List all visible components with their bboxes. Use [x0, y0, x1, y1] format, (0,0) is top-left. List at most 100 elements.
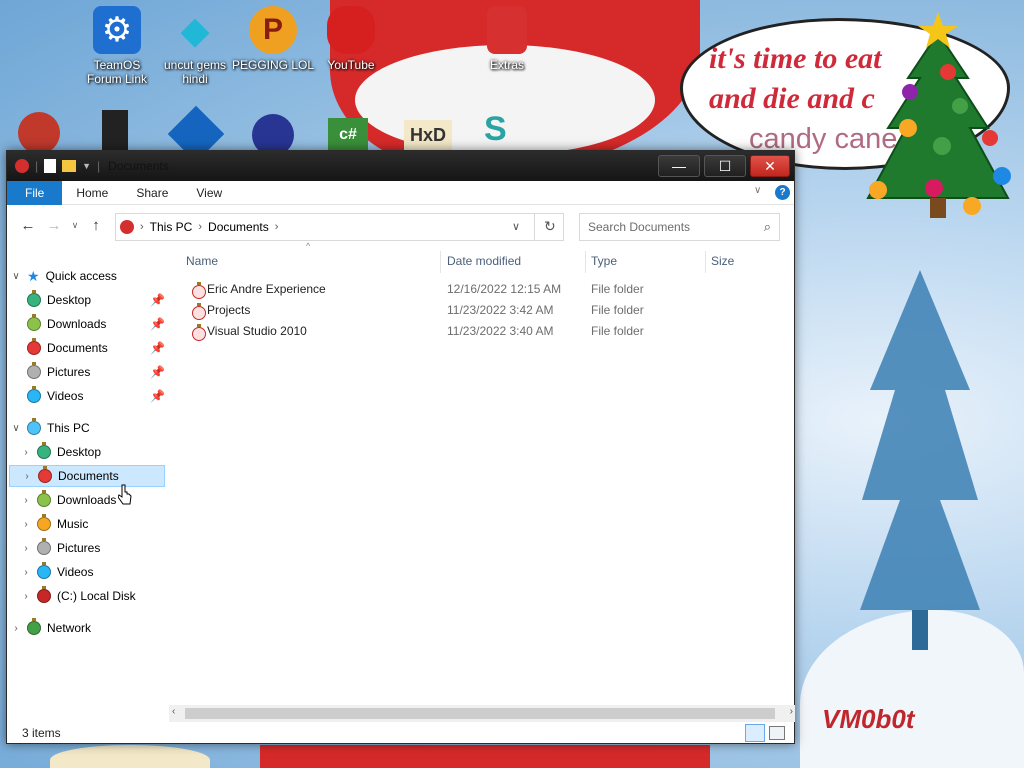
collapsed-chevron-icon[interactable]: › [19, 495, 33, 506]
help-icon[interactable]: ? [775, 185, 790, 200]
scroll-left-arrow-icon[interactable]: ‹ [172, 706, 175, 717]
window-app-icon[interactable] [15, 159, 29, 173]
python-icon[interactable]: S [484, 110, 512, 152]
sidebar-item-qa-desktop[interactable]: Desktop 📌 [9, 289, 165, 311]
sidebar-item-music[interactable]: › Music [9, 513, 165, 535]
mouse-cursor-icon [118, 484, 132, 505]
downloads-ornament-icon [27, 314, 41, 331]
desktop-icon-uncut-gems[interactable]: ◆ uncut gems hindi [153, 6, 237, 87]
desktop-icon-pegging[interactable]: P PEGGING LOL [231, 6, 315, 72]
tab-home[interactable]: Home [62, 181, 122, 205]
collapsed-chevron-icon[interactable]: › [20, 471, 34, 482]
sidebar-item-quick-access[interactable]: ∨ ★ Quick access [9, 265, 165, 287]
breadcrumb-this-pc[interactable]: This PC [150, 220, 193, 234]
sidebar-item-label: (C:) Local Disk [57, 589, 136, 603]
file-name: Eric Andre Experience [207, 281, 326, 296]
collapsed-chevron-icon[interactable]: › [19, 519, 33, 530]
expand-ribbon-chevron-icon[interactable]: ∨ [754, 185, 761, 196]
gear-icon: ⚙ [93, 6, 141, 54]
recent-locations-chevron-icon[interactable]: ∨ [67, 220, 83, 231]
collapsed-chevron-icon[interactable]: › [19, 543, 33, 554]
desktop-icon-label: YouTube [327, 58, 375, 72]
breadcrumb-documents[interactable]: Documents [208, 220, 269, 234]
star-icon: ★ [27, 267, 40, 284]
desktop-icon-teamos[interactable]: ⚙ TeamOS Forum Link [75, 6, 159, 86]
sidebar-item-local-disk[interactable]: › (C:) Local Disk [9, 585, 165, 607]
sidebar-item-qa-pictures[interactable]: Pictures 📌 [9, 361, 165, 383]
title-bar[interactable]: | ▼ | Documents — ☐ ✕ [7, 151, 794, 181]
sidebar-item-qa-documents[interactable]: Documents 📌 [9, 337, 165, 359]
maximize-button[interactable]: ☐ [704, 155, 746, 177]
sidebar-item-documents[interactable]: › Documents [9, 465, 165, 487]
search-input[interactable]: Search Documents ⌕ [579, 213, 780, 241]
desktop-icon-extras[interactable]: Extras [465, 6, 549, 72]
minimize-button[interactable]: — [658, 155, 700, 177]
expanded-chevron-icon[interactable]: ∨ [9, 271, 23, 282]
quick-access-toolbar-dropdown-icon[interactable]: ▼ [82, 161, 91, 171]
sidebar-item-downloads[interactable]: › Downloads [9, 489, 165, 511]
gem-icon: ◆ [180, 9, 210, 52]
sidebar-item-qa-downloads[interactable]: Downloads 📌 [9, 313, 165, 335]
address-dropdown-icon[interactable]: ∨ [512, 220, 520, 233]
folder-ornament-icon [192, 302, 206, 320]
search-icon[interactable]: ⌕ [764, 219, 771, 235]
refresh-icon[interactable]: ↻ [544, 218, 556, 235]
horizontal-scrollbar[interactable]: ‹ › [169, 705, 795, 722]
back-arrow-icon[interactable]: ← [15, 217, 41, 234]
breadcrumb-separator-icon[interactable]: › [275, 221, 279, 233]
scrollbar-thumb[interactable] [185, 708, 775, 719]
ribbon-tabs: File Home Share View ∨ ? [7, 180, 794, 205]
table-row[interactable]: Eric Andre Experience 12/16/2022 12:15 A… [182, 278, 787, 299]
tab-view[interactable]: View [182, 181, 236, 205]
expanded-chevron-icon[interactable]: ∨ [9, 423, 23, 434]
breadcrumb-separator-icon[interactable]: › [198, 221, 202, 233]
address-bar[interactable]: › This PC › Documents › ∨ ↻ [115, 213, 564, 241]
desktop-icon-label: Extras [489, 58, 524, 72]
column-header-name[interactable]: Name [186, 251, 218, 271]
search-placeholder: Search Documents [588, 220, 691, 234]
pc-tower-icon[interactable] [102, 110, 128, 152]
desktop-icon-youtube[interactable]: YouTube [309, 6, 393, 72]
hxd-icon[interactable]: HxD [404, 120, 452, 150]
sidebar-item-label: Pictures [47, 365, 91, 379]
documents-ornament-icon [38, 466, 52, 483]
scroll-right-arrow-icon[interactable]: › [790, 706, 793, 717]
close-button[interactable]: ✕ [750, 155, 790, 177]
sidebar-item-label: Network [47, 621, 92, 635]
table-row[interactable]: Visual Studio 2010 11/23/2022 3:40 AM Fi… [182, 320, 787, 341]
sidebar-item-videos[interactable]: › Videos [9, 561, 165, 583]
column-divider[interactable] [585, 251, 586, 273]
up-arrow-icon[interactable]: ↑ [83, 217, 109, 234]
recycle-icon[interactable] [18, 112, 60, 154]
collapsed-chevron-icon[interactable]: › [19, 567, 33, 578]
tab-share[interactable]: Share [122, 181, 182, 205]
tab-file[interactable]: File [7, 180, 63, 205]
details-view-icon[interactable] [745, 724, 765, 742]
this-pc-ornament-icon [27, 418, 41, 435]
file-name: Projects [207, 302, 251, 317]
sidebar-item-pictures[interactable]: › Pictures [9, 537, 165, 559]
column-header-type[interactable]: Type [591, 251, 617, 271]
column-header-date-modified[interactable]: Date modified [447, 251, 521, 271]
videos-ornament-icon [27, 386, 41, 403]
column-divider[interactable] [440, 251, 441, 273]
large-icons-view-icon[interactable] [769, 726, 785, 740]
sidebar-item-label: Documents [58, 469, 119, 483]
properties-icon[interactable] [44, 159, 57, 173]
sidebar-item-network[interactable]: › Network [9, 617, 165, 639]
forward-arrow-icon[interactable]: → [41, 217, 67, 234]
csharp-icon[interactable]: c# [328, 118, 368, 152]
pictures-ornament-icon [27, 362, 41, 379]
sidebar-item-qa-videos[interactable]: Videos 📌 [9, 385, 165, 407]
sidebar-item-this-pc[interactable]: ∨ This PC [9, 417, 165, 439]
collapsed-chevron-icon[interactable]: › [19, 447, 33, 458]
table-row[interactable]: Projects 11/23/2022 3:42 AM File folder [182, 299, 787, 320]
breadcrumb-separator-icon[interactable]: › [140, 221, 144, 233]
collapsed-chevron-icon[interactable]: › [19, 591, 33, 602]
sidebar-item-desktop[interactable]: › Desktop [9, 441, 165, 463]
collapsed-chevron-icon[interactable]: › [9, 623, 23, 634]
column-divider[interactable] [705, 251, 706, 273]
local-disk-ornament-icon [37, 586, 51, 603]
column-header-size[interactable]: Size [711, 251, 734, 271]
new-folder-icon[interactable] [62, 160, 77, 172]
